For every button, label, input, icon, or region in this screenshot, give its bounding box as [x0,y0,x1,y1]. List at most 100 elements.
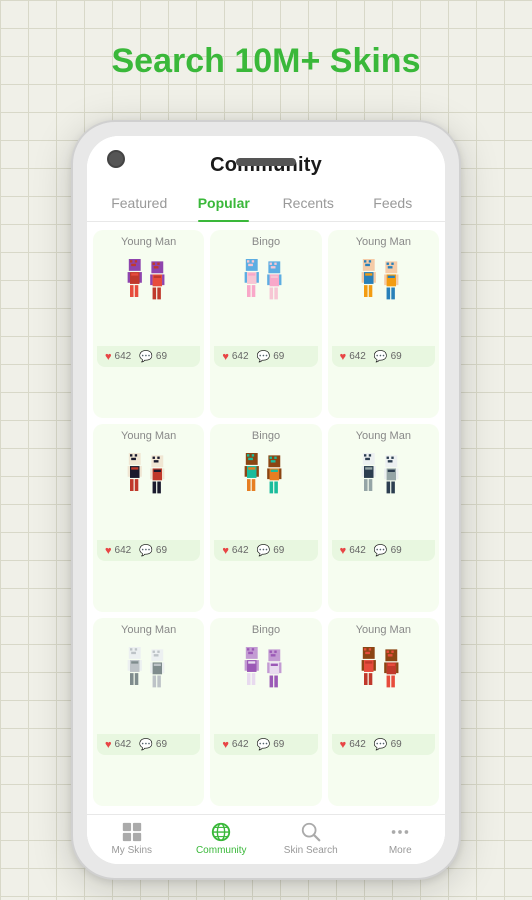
heart-icon: ♥ [340,545,347,557]
skin-stats: ♥ 642 💬 69 [214,734,317,755]
skin-stats: ♥ 642 💬 69 [97,346,200,367]
skin-card[interactable]: Young Man ♥ 642 [93,618,204,806]
likes-count: 642 [349,351,366,362]
tab-recents[interactable]: Recents [266,187,351,221]
comment-icon: 💬 [374,544,388,557]
skin-name: Young Man [356,236,411,248]
comment-icon: 💬 [139,350,153,363]
nav-item-my-skins[interactable]: My Skins [87,821,177,856]
skin-card[interactable]: Young Man ♥ 642 [93,424,204,612]
skin-stats: ♥ 642 💬 69 [214,540,317,561]
skin-likes: ♥ 642 [222,351,248,363]
skin-stats: ♥ 642 💬 69 [97,540,200,561]
phone-outer: Community FeaturedPopularRecentsFeeds Yo… [71,120,461,880]
skin-name: Young Man [121,236,176,248]
skin-name: Bingo [252,624,280,636]
skin-grid: Young Man ♥ 642 [87,222,445,814]
skin-comments: 💬 69 [139,350,167,363]
comments-count: 69 [391,739,402,750]
heart-icon: ♥ [222,351,229,363]
skin-card[interactable]: Young Man ♥ 642 [93,230,204,418]
comment-icon: 💬 [257,350,271,363]
comments-count: 69 [273,739,284,750]
bottom-nav: My Skins Community Skin Search More [87,814,445,864]
skin-stats: ♥ 642 💬 69 [332,540,435,561]
comments-count: 69 [391,351,402,362]
skin-stats: ♥ 642 💬 69 [97,734,200,755]
skin-name: Young Man [121,430,176,442]
comment-icon: 💬 [257,738,271,751]
skin-likes: ♥ 642 [222,545,248,557]
app-screen: Community FeaturedPopularRecentsFeeds Yo… [87,136,445,864]
phone-camera [107,150,125,168]
skin-name: Bingo [252,430,280,442]
skin-image [332,252,435,342]
likes-count: 642 [232,545,249,556]
skin-stats: ♥ 642 💬 69 [332,734,435,755]
likes-count: 642 [232,351,249,362]
comments-count: 69 [273,351,284,362]
skin-comments: 💬 69 [374,544,402,557]
search-icon [298,821,324,843]
headline: Search 10M+ Skins [0,0,532,101]
comments-count: 69 [156,739,167,750]
skin-comments: 💬 69 [257,738,285,751]
skin-name: Bingo [252,236,280,248]
skin-comments: 💬 69 [257,544,285,557]
skin-comments: 💬 69 [257,350,285,363]
skin-comments: 💬 69 [374,350,402,363]
skin-likes: ♥ 642 [340,351,366,363]
skin-image [214,446,317,536]
skin-likes: ♥ 642 [105,351,131,363]
skin-card[interactable]: Young Man ♥ 642 [328,424,439,612]
nav-label-my-skins: My Skins [111,845,152,856]
nav-item-more[interactable]: More [356,821,446,856]
comment-icon: 💬 [257,544,271,557]
comment-icon: 💬 [374,738,388,751]
likes-count: 642 [232,739,249,750]
nav-label-community: Community [196,845,247,856]
nav-item-skin-search[interactable]: Skin Search [266,821,356,856]
likes-count: 642 [349,739,366,750]
comment-icon: 💬 [139,738,153,751]
nav-item-community[interactable]: Community [177,821,267,856]
skin-image [97,252,200,342]
tab-feeds[interactable]: Feeds [351,187,436,221]
likes-count: 642 [115,739,132,750]
skin-name: Young Man [121,624,176,636]
heart-icon: ♥ [105,351,112,363]
heart-icon: ♥ [222,545,229,557]
skin-likes: ♥ 642 [340,545,366,557]
skin-card[interactable]: Young Man ♥ 642 [328,230,439,418]
heart-icon: ♥ [340,739,347,751]
likes-count: 642 [349,545,366,556]
heart-icon: ♥ [340,351,347,363]
nav-label-skin-search: Skin Search [284,845,338,856]
likes-count: 642 [115,351,132,362]
skin-card[interactable]: Bingo ♥ 642 � [210,424,321,612]
nav-label-more: More [389,845,412,856]
skin-likes: ♥ 642 [222,739,248,751]
phone-inner: Community FeaturedPopularRecentsFeeds Yo… [87,136,445,864]
skin-comments: 💬 69 [139,544,167,557]
comments-count: 69 [273,545,284,556]
skin-card[interactable]: Bingo ♥ 642 � [210,618,321,806]
comment-icon: 💬 [374,350,388,363]
skin-card[interactable]: Young Man ♥ 642 [328,618,439,806]
tab-popular[interactable]: Popular [182,187,267,221]
skin-likes: ♥ 642 [340,739,366,751]
globe-icon [208,821,234,843]
skin-likes: ♥ 642 [105,545,131,557]
skin-image [214,252,317,342]
comments-count: 69 [391,545,402,556]
skin-comments: 💬 69 [139,738,167,751]
skin-name: Young Man [356,624,411,636]
skin-image [332,640,435,730]
skin-card[interactable]: Bingo ♥ 642 � [210,230,321,418]
skin-name: Young Man [356,430,411,442]
grid-icon [119,821,145,843]
tab-bar: FeaturedPopularRecentsFeeds [87,187,445,222]
tab-featured[interactable]: Featured [97,187,182,221]
comments-count: 69 [156,545,167,556]
heart-icon: ♥ [105,739,112,751]
